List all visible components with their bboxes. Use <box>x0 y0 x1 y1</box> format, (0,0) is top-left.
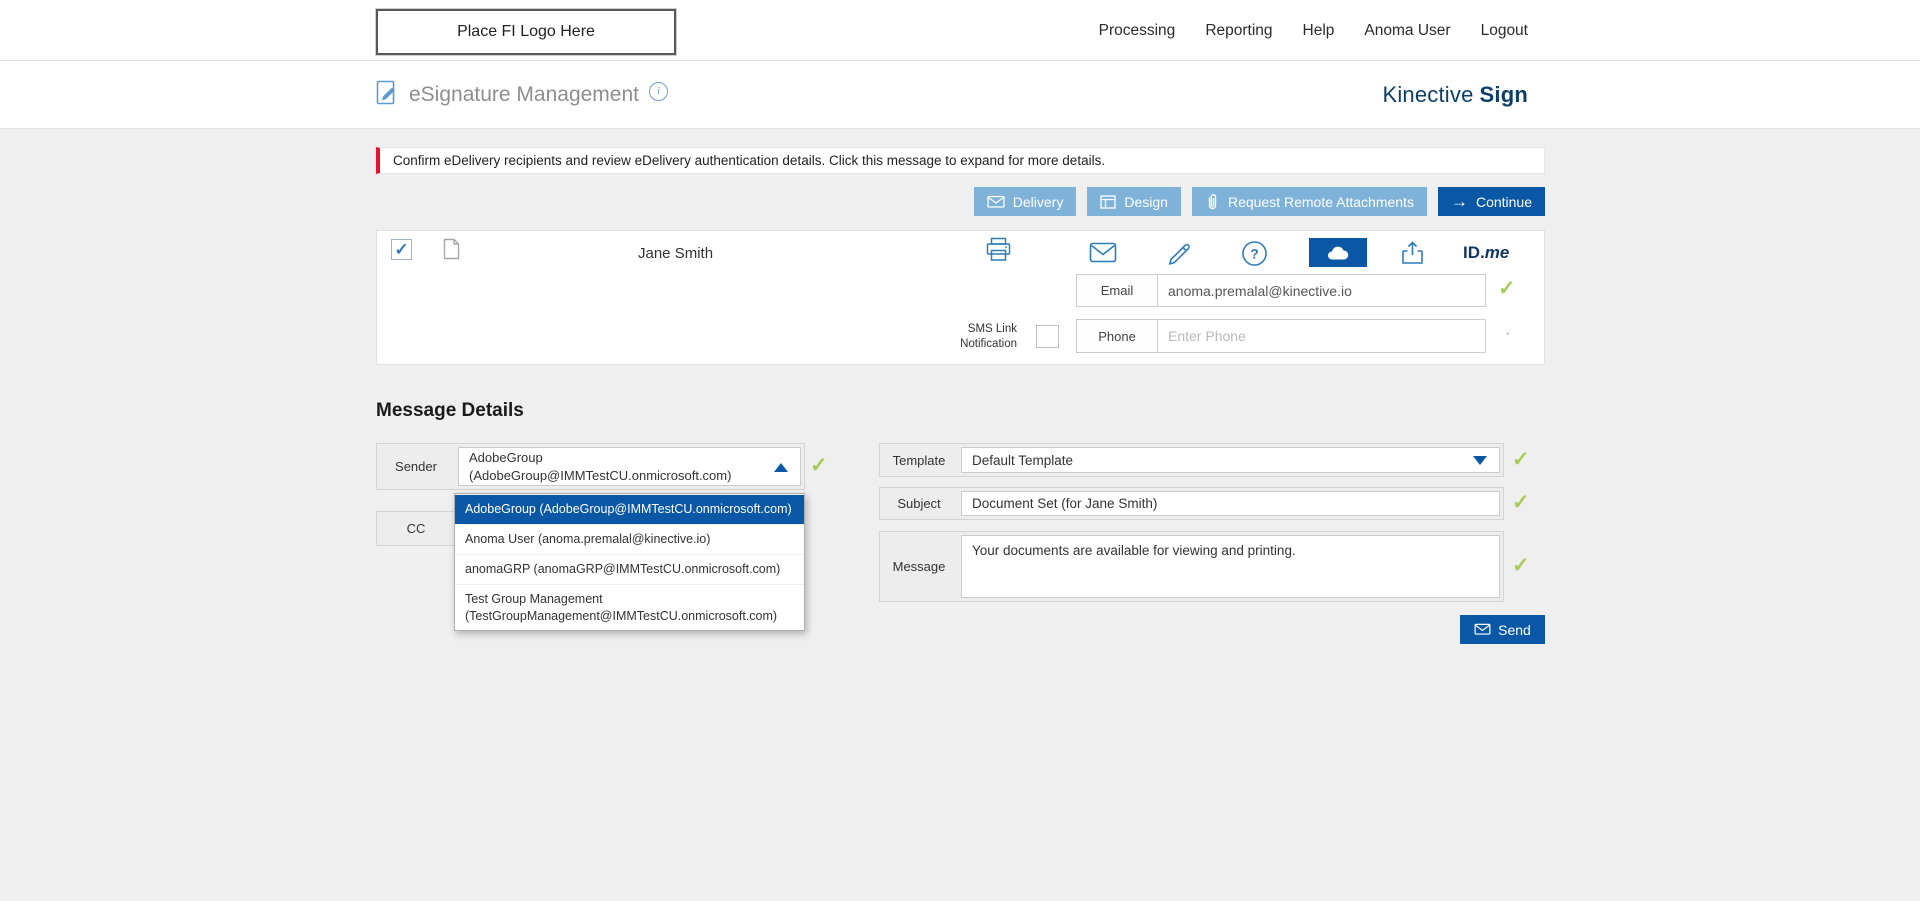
top-nav-bar: Place FI Logo Here Processing Reporting … <box>0 0 1920 61</box>
email-auth-icon[interactable] <box>1089 241 1117 269</box>
sender-option[interactable]: Test Group Management (TestGroupManageme… <box>455 583 804 631</box>
nav-item[interactable]: Help <box>1303 22 1335 40</box>
subject-value[interactable]: Document Set (for Jane Smith) <box>961 491 1500 516</box>
request-remote-attachments-label: Request Remote Attachments <box>1227 193 1414 210</box>
sender-dropdown: AdobeGroup (AdobeGroup@IMMTestCU.onmicro… <box>454 493 805 632</box>
app-header: eSignature Management i Kinective Sign <box>0 61 1920 129</box>
subject-valid-check-icon: ✓ <box>1512 491 1530 514</box>
action-toolbar: Delivery Design Request Remote Attachmen… <box>376 187 1545 216</box>
email-input[interactable] <box>1158 275 1485 306</box>
recipient-card: ✓ Jane Smith ? ID.me Email anoma.premala… <box>376 230 1545 365</box>
sms-link-notification-label: SMS Link Notification <box>960 323 1017 350</box>
idme-id-text: ID. <box>1463 243 1485 262</box>
security-question-auth-icon[interactable]: ? <box>1241 240 1268 272</box>
sender-option[interactable]: anomaGRP (anomaGRP@IMMTestCU.onmicrosoft… <box>455 553 804 584</box>
envelope-icon <box>987 195 1005 208</box>
request-remote-attachments-button[interactable]: Request Remote Attachments <box>1191 187 1427 216</box>
fi-logo-placeholder: Place FI Logo Here <box>376 9 676 55</box>
idme-me-text: me <box>1484 243 1510 262</box>
send-label: Send <box>1498 621 1531 638</box>
cloud-auth-icon-selected[interactable] <box>1309 238 1367 267</box>
message-field: Message Your documents are available for… <box>879 531 1504 602</box>
message-label: Message <box>892 559 946 574</box>
design-layout-icon <box>1100 194 1117 209</box>
top-nav-menu: Processing Reporting Help Anoma User Log… <box>1099 0 1528 61</box>
continue-button[interactable]: → Continue <box>1437 187 1545 216</box>
phone-label: Phone <box>1077 320 1158 352</box>
message-value[interactable]: Your documents are available for viewing… <box>961 535 1500 598</box>
phone-status-indicator: · <box>1505 325 1511 342</box>
continue-label: Continue <box>1475 193 1532 210</box>
recipient-name: Jane Smith <box>638 245 714 262</box>
email-field-row: Email <box>1076 274 1486 307</box>
brand-second: Sign <box>1479 82 1528 107</box>
design-label: Design <box>1124 193 1168 210</box>
sender-option[interactable]: AdobeGroup (AdobeGroup@IMMTestCU.onmicro… <box>455 494 804 524</box>
arrow-right-icon: → <box>1450 192 1468 211</box>
nav-item[interactable]: Anoma User <box>1364 22 1450 40</box>
phone-field-row: Phone <box>1076 319 1486 353</box>
sender-value[interactable]: AdobeGroup (AdobeGroup@IMMTestCU.onmicro… <box>458 447 801 486</box>
signature-auth-icon[interactable] <box>1165 239 1193 271</box>
document-icon <box>443 238 460 265</box>
chevron-down-icon[interactable] <box>1473 456 1487 465</box>
chevron-up-icon[interactable] <box>774 462 788 472</box>
checkmark-icon: ✓ <box>394 240 409 259</box>
phone-input[interactable] <box>1158 320 1485 352</box>
cc-label: CC <box>406 521 426 536</box>
sender-valid-check-icon: ✓ <box>810 454 828 477</box>
nav-item[interactable]: Logout <box>1481 22 1528 40</box>
sender-option[interactable]: Anoma User (anoma.premalal@kinective.io) <box>455 523 804 554</box>
template-valid-check-icon: ✓ <box>1512 448 1530 471</box>
subject-label: Subject <box>897 496 941 511</box>
svg-text:?: ? <box>1250 246 1259 262</box>
sender-field: Sender AdobeGroup (AdobeGroup@IMMTestCU.… <box>376 443 805 490</box>
alert-text: Confirm eDelivery recipients and review … <box>393 153 1106 168</box>
recipient-select-checkbox[interactable]: ✓ <box>391 239 412 260</box>
edelivery-alert-banner[interactable]: Confirm eDelivery recipients and review … <box>376 147 1545 174</box>
subject-field: Subject Document Set (for Jane Smith) <box>879 487 1504 520</box>
email-label: Email <box>1077 275 1158 306</box>
design-button[interactable]: Design <box>1087 187 1181 216</box>
page-title: eSignature Management <box>409 83 639 106</box>
email-valid-check-icon: ✓ <box>1498 277 1516 300</box>
template-field: Template Default Template <box>879 443 1504 477</box>
info-icon[interactable]: i <box>649 81 668 101</box>
print-icon[interactable] <box>985 236 1012 268</box>
delivery-label: Delivery <box>1012 193 1064 210</box>
app-screen: Place FI Logo Here Processing Reporting … <box>0 0 1920 901</box>
sender-label: Sender <box>395 459 437 474</box>
brand-first: Kinective <box>1382 82 1474 107</box>
idme-auth-icon[interactable]: ID.me <box>1463 243 1509 263</box>
paperclip-icon <box>1205 193 1220 211</box>
send-button[interactable]: Send <box>1460 615 1545 644</box>
page-title-group: eSignature Management i <box>376 61 668 129</box>
send-envelope-icon <box>1474 622 1491 638</box>
nav-item[interactable]: Reporting <box>1205 22 1272 40</box>
message-details-heading: Message Details <box>376 400 524 421</box>
delivery-button[interactable]: Delivery <box>973 187 1077 216</box>
esignature-document-icon <box>376 80 399 111</box>
template-label: Template <box>892 452 946 468</box>
remote-attachment-auth-icon[interactable] <box>1399 240 1426 270</box>
brand-kinective-sign: Kinective Sign <box>1382 61 1528 129</box>
nav-item[interactable]: Processing <box>1099 22 1176 40</box>
message-valid-check-icon: ✓ <box>1512 554 1530 577</box>
template-value[interactable]: Default Template <box>961 447 1500 473</box>
fi-logo-text: Place FI Logo Here <box>457 23 595 40</box>
sms-notification-checkbox[interactable] <box>1036 325 1059 348</box>
